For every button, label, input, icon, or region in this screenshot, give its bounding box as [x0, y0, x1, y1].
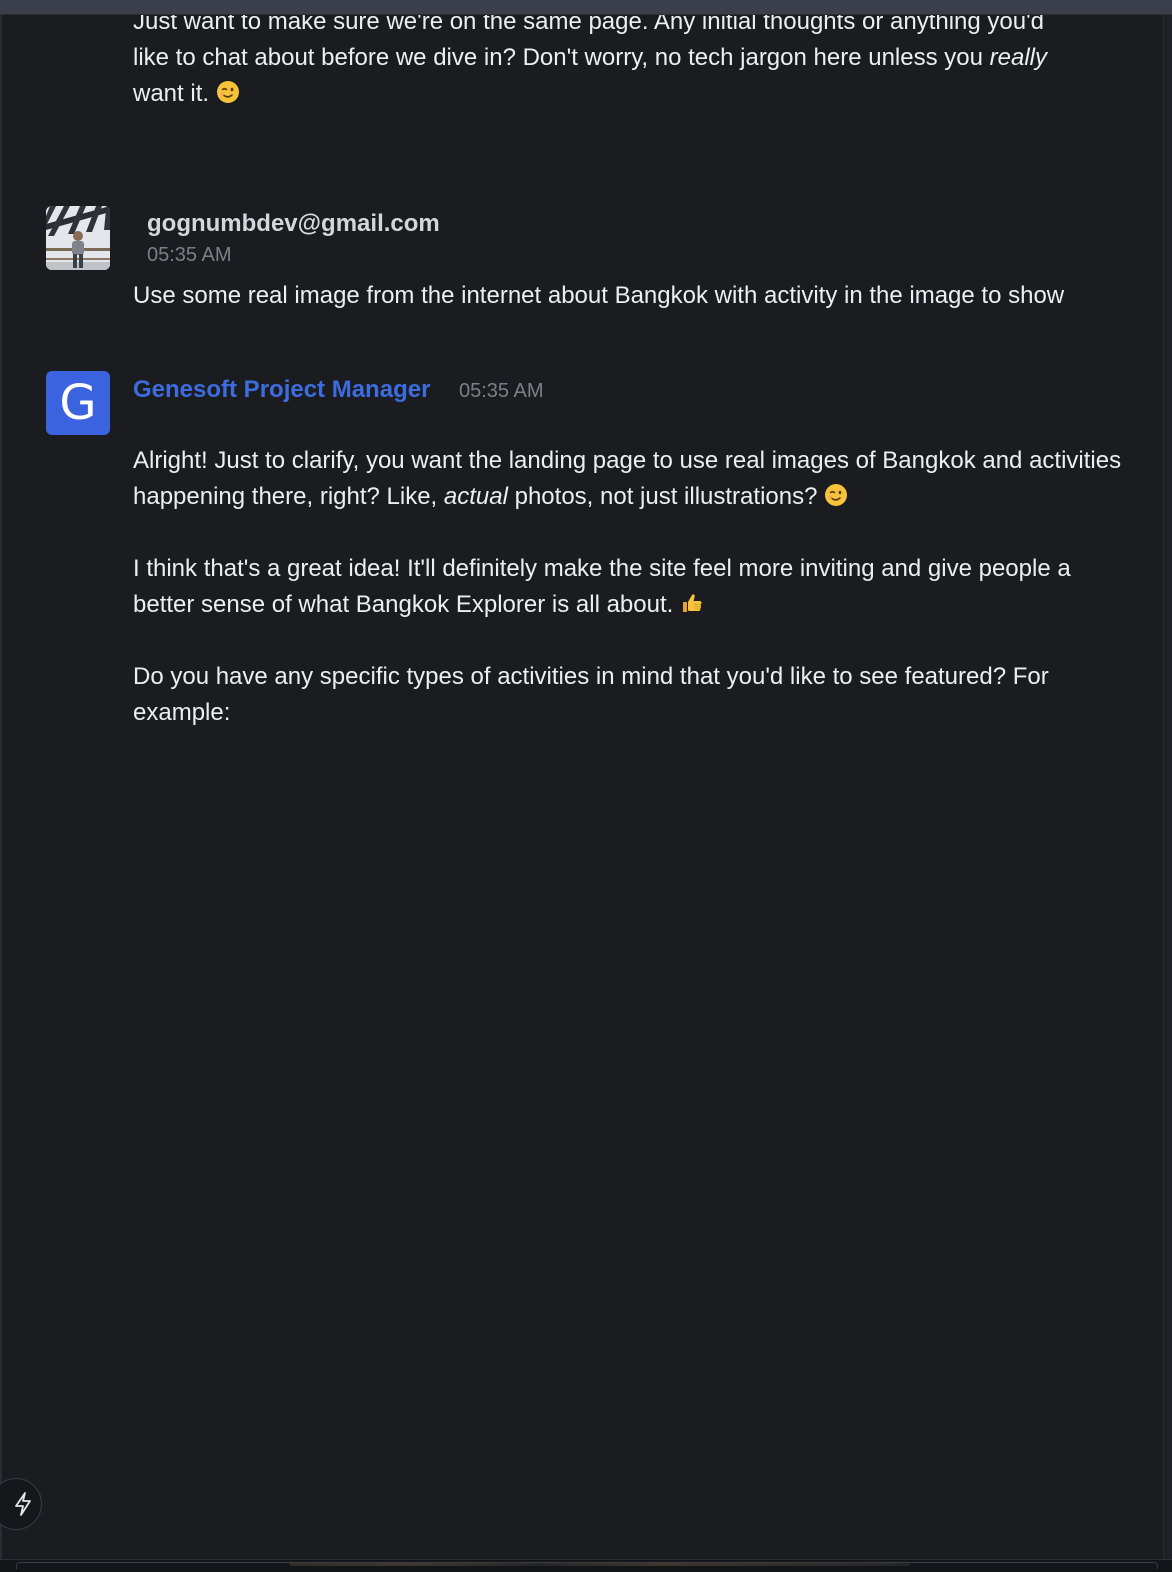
- user-message: Use some real image from the internet ab…: [133, 278, 1153, 314]
- user-avatar[interactable]: [46, 206, 110, 270]
- top-bar: [0, 0, 1172, 15]
- pm-p2-text: I think that's a great idea! It'll defin…: [133, 555, 1071, 618]
- user-author-name: gognumbdev@gmail.com: [147, 210, 440, 237]
- pm-message: Alright! Just to clarify, you want the l…: [133, 443, 1133, 731]
- previous-line-2: like to chat about before we dive in? Do…: [133, 44, 990, 71]
- scrollbar[interactable]: [1163, 14, 1172, 1560]
- pm-p1-emphasis: actual: [443, 483, 508, 510]
- bottom-thumbnails: [290, 1563, 910, 1566]
- user-photo-icon: [46, 206, 110, 270]
- previous-message-text: Just want to make sure we're on the same…: [133, 4, 1133, 112]
- chat-viewport: Just want to make sure we're on the same…: [0, 0, 1172, 1572]
- pm-avatar[interactable]: G: [46, 371, 110, 435]
- pm-message-timestamp: 05:35 AM: [459, 380, 544, 402]
- wink-emoji-icon: [216, 81, 239, 103]
- bottom-strip: [0, 1559, 1172, 1572]
- previous-line-2-emphasis: really: [989, 44, 1047, 71]
- pm-paragraph-2: I think that's a great idea! It'll defin…: [133, 551, 1133, 623]
- wink-emoji-icon: [825, 484, 848, 506]
- previous-message: Just want to make sure we're on the same…: [133, 4, 1133, 112]
- pm-p1-text-after: photos, not just illustrations?: [507, 483, 825, 510]
- pm-paragraph-3: Do you have any specific types of activi…: [133, 663, 1049, 726]
- quick-action-button[interactable]: [0, 1478, 42, 1530]
- pm-paragraph-1: Alright! Just to clarify, you want the l…: [133, 443, 1133, 515]
- thumbs-up-emoji-icon: [682, 594, 702, 612]
- previous-line-3: want it.: [133, 80, 216, 107]
- pm-author-name: Genesoft Project Manager: [133, 376, 431, 403]
- user-message-timestamp: 05:35 AM: [147, 244, 232, 266]
- user-message-text: Use some real image from the internet ab…: [133, 282, 1065, 309]
- lightning-icon: [15, 1492, 31, 1516]
- left-edge: [0, 0, 2, 1572]
